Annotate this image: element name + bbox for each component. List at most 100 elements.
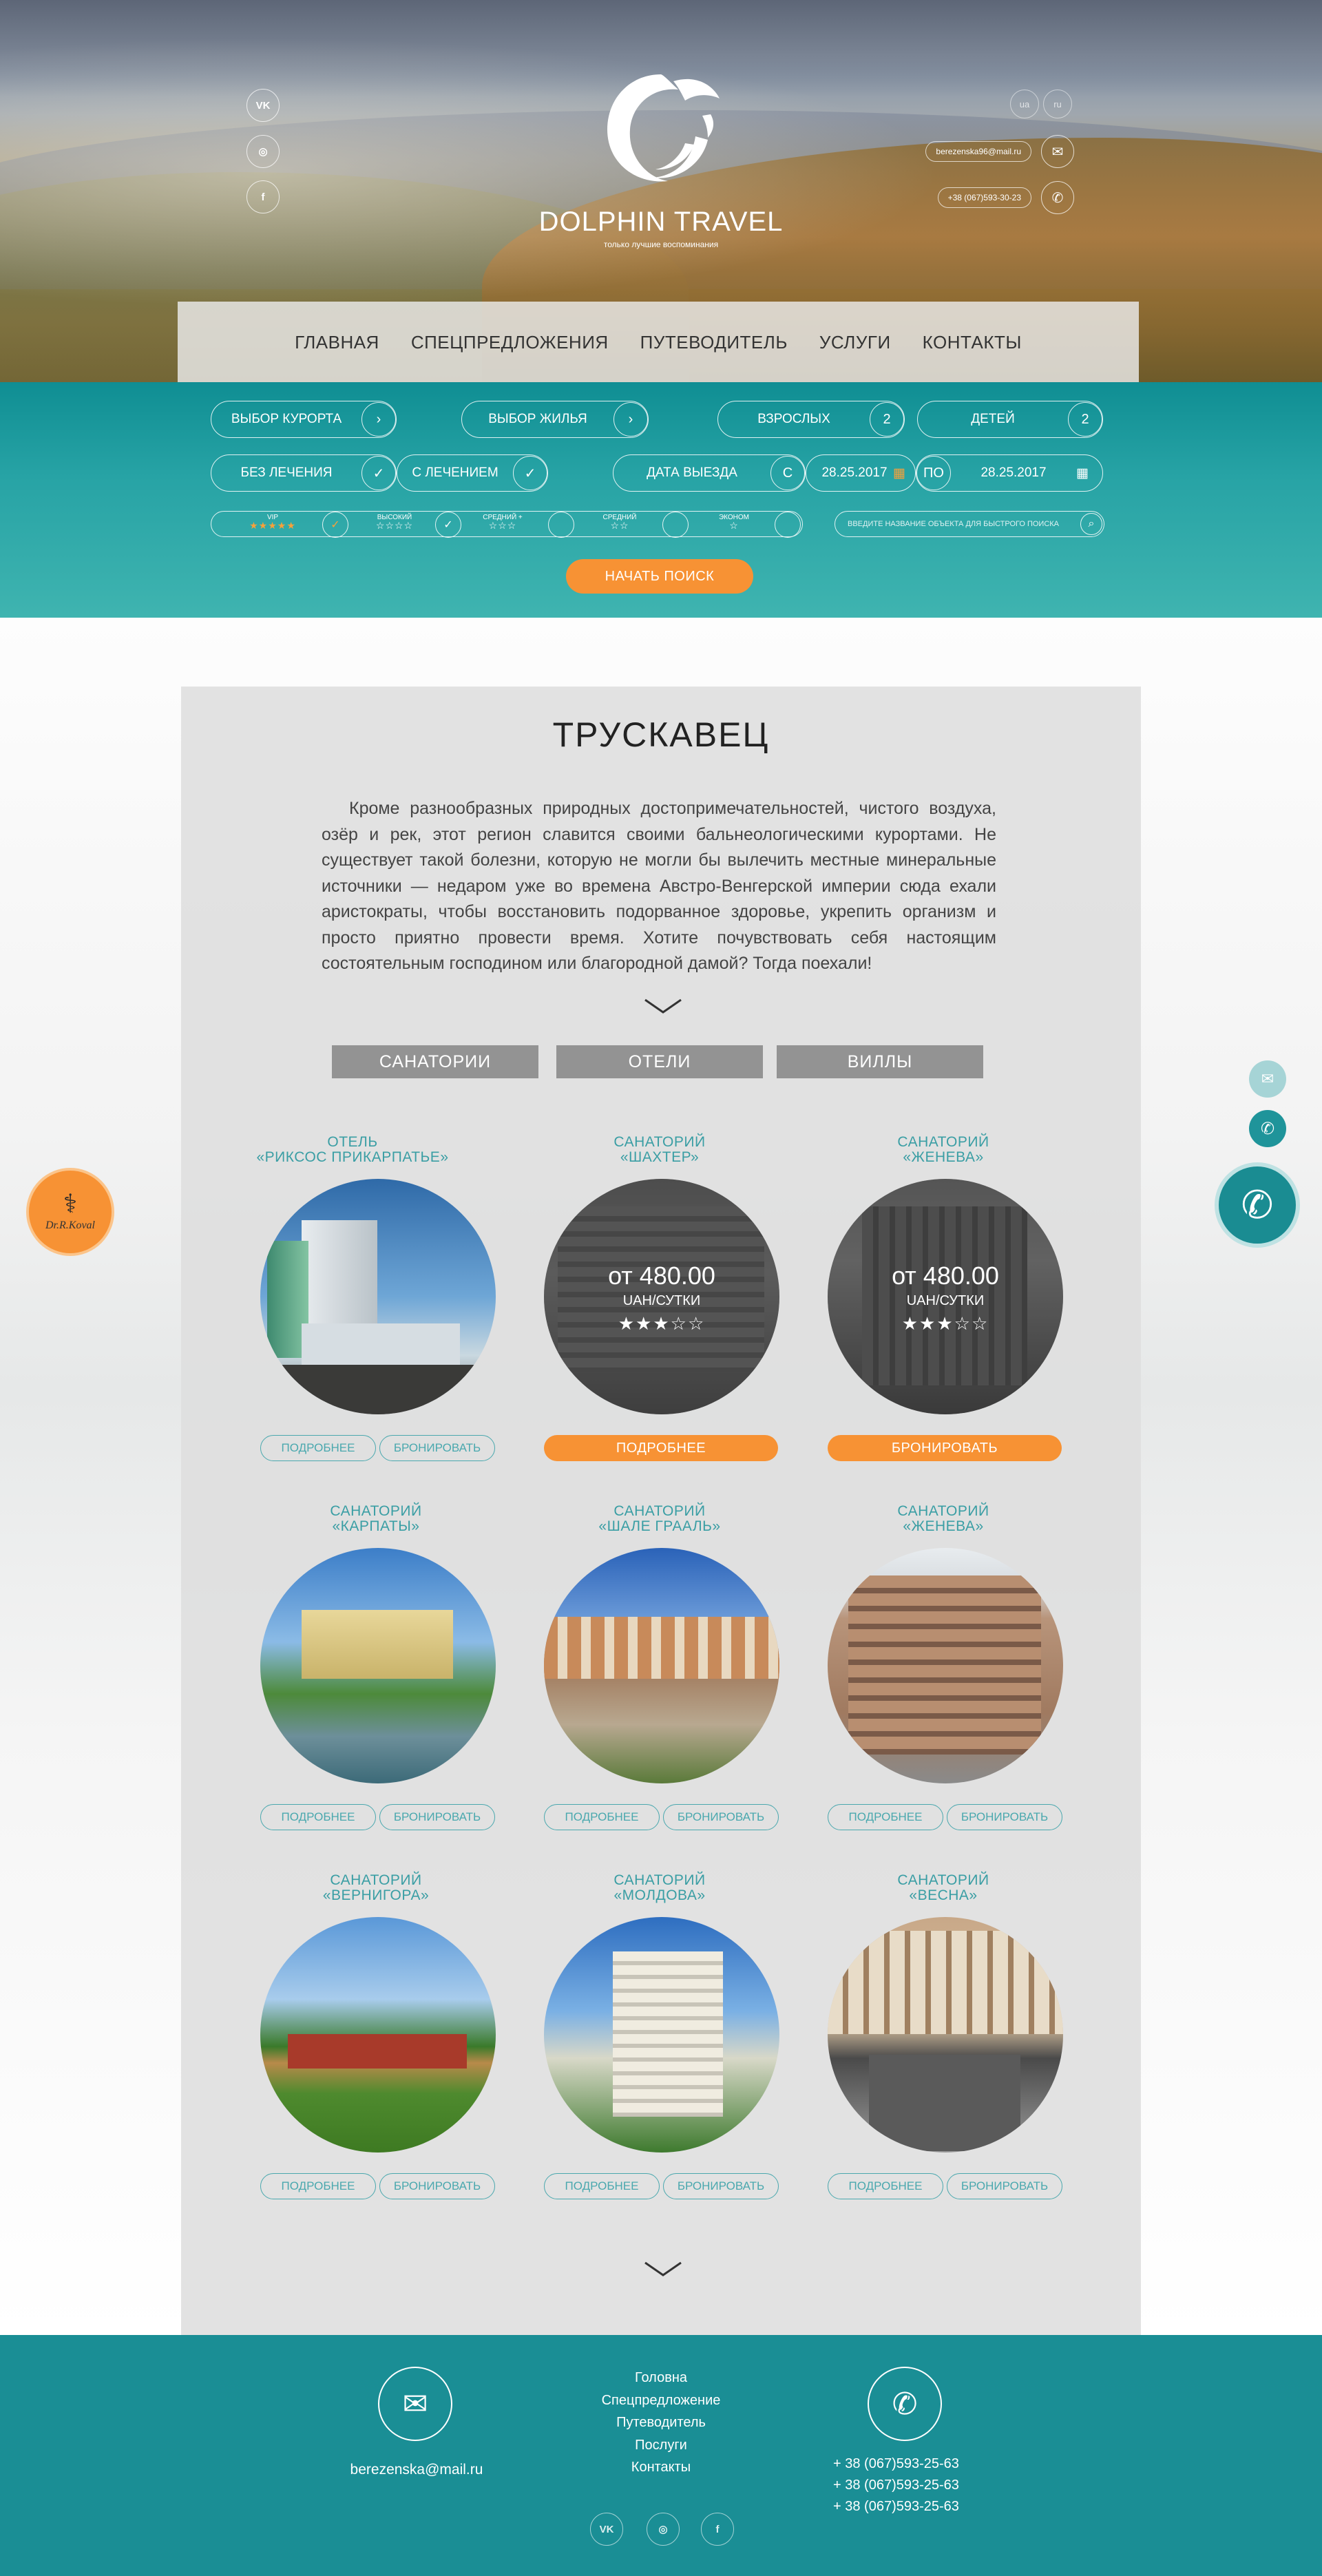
details-button[interactable]: ПОДРОБНЕЕ [828, 1804, 943, 1830]
hotel-type: САНАТОРИЙ [897, 1503, 989, 1519]
chevron-down-icon[interactable] [642, 2259, 684, 2279]
details-button[interactable]: ПОДРОБНЕЕ [260, 1435, 376, 1461]
instagram-icon[interactable]: ◎ [246, 135, 280, 168]
details-button[interactable]: ПОДРОБНЕЕ [260, 2173, 376, 2199]
hotel-photo-karpaty[interactable] [260, 1548, 496, 1783]
book-button[interactable]: БРОНИРОВАТЬ [947, 1804, 1062, 1830]
checkbox-circle[interactable] [548, 512, 574, 538]
hotel-photo-moldova[interactable] [544, 1917, 779, 2153]
vk-icon[interactable]: VK [246, 89, 280, 122]
chevron-down-icon[interactable] [642, 996, 684, 1016]
footer-phone[interactable]: + 38 (067)593-25-63 [833, 2475, 1040, 2496]
footer-phone[interactable]: + 38 (067)593-25-63 [833, 2453, 1040, 2475]
mail-icon[interactable]: ✉ [1041, 135, 1074, 168]
tab-villas[interactable]: ВИЛЛЫ [777, 1045, 983, 1078]
adults-counter[interactable]: ВЗРОСЛЫХ 2 [717, 401, 905, 438]
departure-date[interactable]: ДАТА ВЫЕЗДА С [613, 454, 806, 492]
hotel-photo-zheneva[interactable]: от 480.00 UAH/СУТКИ ★★★☆☆ [828, 1179, 1063, 1414]
vk-icon[interactable]: VK [590, 2513, 623, 2546]
hotel-name: «ШАЛЕ ГРААЛЬ» [598, 1518, 721, 1534]
lang-ua[interactable]: ua [1010, 90, 1039, 118]
header-phone[interactable]: +38 (067)593-30-23 [937, 187, 1031, 208]
departure-label: ДАТА ВЫЕЗДА [647, 465, 737, 480]
start-search-button[interactable]: НАЧАТЬ ПОИСК [566, 559, 753, 594]
hotel-title[interactable]: САНАТОРИЙ «ШАЛЕ ГРААЛЬ» [543, 1504, 777, 1534]
checkbox-circle[interactable] [775, 512, 801, 538]
hotel-photo-chalet-graal[interactable] [544, 1548, 779, 1783]
class-medium-plus[interactable]: СРЕДНИЙ + ☆☆☆ [461, 514, 544, 532]
children-value: 2 [1068, 402, 1102, 437]
facebook-icon[interactable]: f [701, 2513, 734, 2546]
hotel-title[interactable]: САНАТОРИЙ «ЖЕНЕВА» [826, 1135, 1060, 1165]
lang-ru[interactable]: ru [1043, 90, 1072, 118]
book-button[interactable]: БРОНИРОВАТЬ [379, 2173, 495, 2199]
phone-icon[interactable]: ✆ [1249, 1110, 1286, 1147]
book-button[interactable]: БРОНИРОВАТЬ [663, 2173, 779, 2199]
details-button[interactable]: ПОДРОБНЕЕ [544, 2173, 660, 2199]
class-economy[interactable]: ЭКОНОМ ☆ [693, 514, 775, 532]
housing-select[interactable]: ВЫБОР ЖИЛЬЯ › [461, 401, 649, 438]
book-button[interactable]: БРОНИРОВАТЬ [947, 2173, 1062, 2199]
class-high[interactable]: ВЫСОКИЙ ☆☆☆☆ [353, 514, 436, 532]
details-button[interactable]: ПОДРОБНЕЕ [260, 1804, 376, 1830]
footer-phone[interactable]: + 38 (067)593-25-63 [833, 2496, 1040, 2517]
hotel-photo-shakhter[interactable]: от 480.00 UAH/СУТКИ ★★★☆☆ [544, 1179, 779, 1414]
nav-special-offers[interactable]: СПЕЦПРЕДЛОЖЕНИЯ [411, 332, 609, 353]
mail-icon[interactable]: ✉ [378, 2367, 452, 2441]
footer-link-contacts[interactable]: Контакты [565, 2456, 757, 2479]
hotel-title[interactable]: САНАТОРИЙ «ШАХТЕР» [543, 1135, 777, 1165]
nav-services[interactable]: УСЛУГИ [819, 332, 891, 353]
hotel-photo-rixos[interactable] [260, 1179, 496, 1414]
footer-link-guide[interactable]: Путеводитель [565, 2411, 757, 2434]
check-icon[interactable]: ✓ [322, 512, 348, 538]
partner-badge[interactable]: ⚕ Dr.R.Koval [26, 1168, 114, 1256]
book-button[interactable]: БРОНИРОВАТЬ [379, 1804, 495, 1830]
from-date-field[interactable]: 28.25.2017 ▦ [806, 454, 916, 492]
class-medium[interactable]: СРЕДНИЙ ☆☆ [578, 514, 661, 532]
tab-sanatoriums[interactable]: САНАТОРИИ [332, 1045, 538, 1078]
dolphin-logo[interactable] [592, 61, 730, 191]
class-vip[interactable]: VIP ★★★★★ [231, 514, 314, 532]
nav-guide[interactable]: ПУТЕВОДИТЕЛЬ [640, 332, 788, 353]
search-icon[interactable]: ⌕ [1080, 513, 1102, 535]
header-email[interactable]: berezenska96@mail.ru [925, 141, 1031, 162]
footer-link-home[interactable]: Головна [565, 2367, 757, 2389]
phone-icon[interactable]: ✆ [1041, 181, 1074, 214]
quick-search-input[interactable]: ВВЕДИТЕ НАЗВАНИЕ ОБЪЕКТА ДЛЯ БЫСТРОГО ПО… [835, 511, 1104, 537]
hotel-title[interactable]: САНАТОРИЙ «ВЕРНИГОРА» [260, 1873, 492, 1903]
footer-link-services[interactable]: Послуги [565, 2434, 757, 2457]
book-button[interactable]: БРОНИРОВАТЬ [663, 1804, 779, 1830]
hotel-title[interactable]: ОТЕЛЬ «РИКСОС ПРИКАРПАТЬЕ» [235, 1135, 470, 1165]
hotel-title[interactable]: САНАТОРИЙ «ЖЕНЕВА» [826, 1504, 1060, 1534]
hotel-title[interactable]: САНАТОРИЙ «ВЕСНА» [826, 1873, 1060, 1903]
nav-contacts[interactable]: КОНТАКТЫ [923, 332, 1022, 353]
call-back-icon[interactable]: ✆ [1215, 1162, 1300, 1248]
details-button[interactable]: ПОДРОБНЕЕ [544, 1435, 778, 1461]
to-date-field[interactable]: ПО 28.25.2017 ▦ [916, 454, 1103, 492]
footer-link-special[interactable]: Спецпредложение [565, 2389, 757, 2412]
book-button[interactable]: БРОНИРОВАТЬ [379, 1435, 495, 1461]
with-treatment-option[interactable]: С ЛЕЧЕНИЕМ ✓ [397, 454, 548, 492]
instagram-icon[interactable]: ◎ [647, 2513, 680, 2546]
hotel-photo-zheneva-2[interactable] [828, 1548, 1063, 1783]
resort-select[interactable]: ВЫБОР КУРОРТА › [211, 401, 397, 438]
hotel-title[interactable]: САНАТОРИЙ «МОЛДОВА» [543, 1873, 777, 1903]
details-button[interactable]: ПОДРОБНЕЕ [544, 1804, 660, 1830]
phone-icon[interactable]: ✆ [868, 2367, 942, 2441]
facebook-icon[interactable]: f [246, 180, 280, 213]
hotel-title[interactable]: САНАТОРИЙ «КАРПАТЫ» [260, 1504, 492, 1534]
details-button[interactable]: ПОДРОБНЕЕ [828, 2173, 943, 2199]
footer-email[interactable]: berezenska@mail.ru [313, 2462, 520, 2478]
hotel-photo-vesna[interactable] [828, 1917, 1063, 2153]
mail-icon[interactable]: ✉ [1249, 1060, 1286, 1098]
no-treatment-option[interactable]: БЕЗ ЛЕЧЕНИЯ ✓ [211, 454, 397, 492]
children-counter[interactable]: ДЕТЕЙ 2 [917, 401, 1103, 438]
hotel-photo-vernigora[interactable] [260, 1917, 496, 2153]
calendar-icon: ▦ [1076, 465, 1089, 481]
hotel-name: «РИКСОС ПРИКАРПАТЬЕ» [256, 1149, 449, 1165]
check-icon[interactable]: ✓ [435, 512, 461, 538]
tab-hotels[interactable]: ОТЕЛИ [556, 1045, 763, 1078]
book-button[interactable]: БРОНИРОВАТЬ [828, 1435, 1062, 1461]
checkbox-circle[interactable] [662, 512, 689, 538]
nav-home[interactable]: ГЛАВНАЯ [295, 332, 379, 353]
